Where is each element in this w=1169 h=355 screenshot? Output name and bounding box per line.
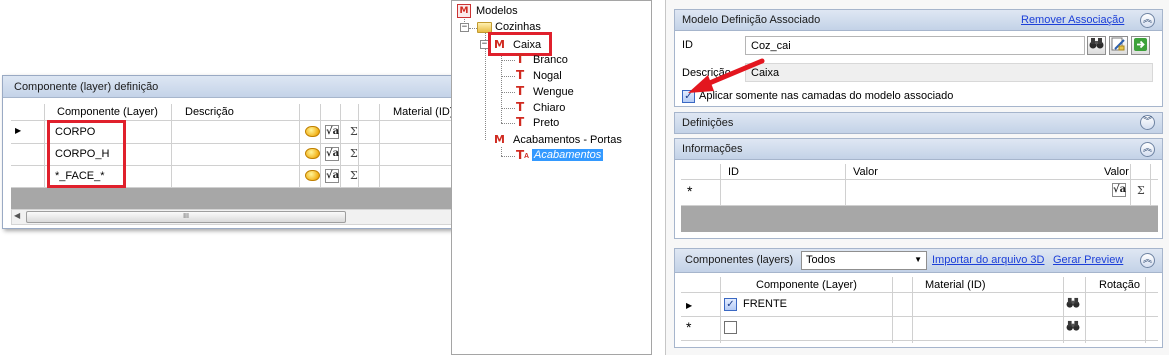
grid-empty-area xyxy=(11,188,488,209)
texture-icon: T xyxy=(516,84,525,98)
column-header-material[interactable]: Material (ID) xyxy=(393,106,454,118)
texture-icon: T xyxy=(516,115,525,129)
tree-item-finish[interactable]: Branco xyxy=(533,54,568,66)
informacoes-section: Informações ︽ ID Valor Valor * √a Σ xyxy=(674,138,1163,239)
texture-icon: T xyxy=(516,148,525,162)
binoculars-icon[interactable] xyxy=(1066,297,1080,312)
tree-item-finish[interactable]: Wengue xyxy=(533,86,574,98)
edit-model-icon[interactable] xyxy=(1109,36,1128,55)
table-row[interactable]: ✓ FRENTE xyxy=(681,294,1158,316)
sigma-icon[interactable]: Σ xyxy=(350,147,358,160)
grid-header-row: Componente (Layer) Descrição Material (I… xyxy=(11,104,488,121)
sigma-icon[interactable]: Σ xyxy=(350,169,358,182)
comment-icon[interactable] xyxy=(305,126,320,137)
row-checkbox[interactable]: ✓ xyxy=(724,298,737,311)
grid-empty-area xyxy=(681,206,1158,232)
table-row[interactable] xyxy=(681,317,1158,339)
definicoes-section[interactable]: Definições ︾ xyxy=(674,112,1163,134)
filter-dropdown[interactable]: Todos ▼ xyxy=(801,251,927,270)
binoculars-icon[interactable] xyxy=(1066,320,1080,335)
row-checkbox[interactable] xyxy=(724,321,737,334)
right-properties-panel: Modelo Definição Associado Remover Assoc… xyxy=(665,0,1169,355)
scroll-thumb[interactable]: III xyxy=(26,211,346,223)
column-header-valor[interactable]: Valor xyxy=(853,166,878,178)
column-header-componente[interactable]: Componente (Layer) xyxy=(756,279,857,291)
comment-icon[interactable] xyxy=(305,170,320,181)
collapse-icon[interactable]: ︽ xyxy=(1140,142,1155,157)
id-label: ID xyxy=(682,39,693,51)
section-title: Definições xyxy=(682,117,734,129)
tree-item-finish[interactable]: Chiaro xyxy=(533,102,565,114)
formula-icon[interactable]: √a xyxy=(1112,183,1126,197)
collapse-icon[interactable]: ︽ xyxy=(1140,13,1155,28)
section-title: Modelo Definição Associado xyxy=(682,14,821,26)
components-grid-header: Componente (Layer) Material (ID) Rotação xyxy=(681,277,1158,293)
annotation-arrow-icon xyxy=(688,58,765,93)
column-header-valor-2[interactable]: Valor xyxy=(1104,166,1129,178)
descricao-field[interactable]: Caixa xyxy=(745,63,1153,82)
panel-header: Componente (layer) definição ︽ xyxy=(3,76,490,98)
tree-item-modelos[interactable]: Modelos xyxy=(476,5,518,17)
componente-definicao-panel: Componente (layer) definição ︽ Component… xyxy=(2,75,491,229)
section-title: Informações xyxy=(682,143,743,155)
formula-icon[interactable]: √a xyxy=(325,147,339,161)
texture-icon: T xyxy=(516,100,525,114)
column-header-material[interactable]: Material (ID) xyxy=(925,279,986,291)
scroll-left-icon[interactable]: ◀ xyxy=(14,211,20,220)
info-grid-header: ID Valor Valor xyxy=(681,164,1158,180)
highlight-box xyxy=(47,120,126,188)
new-row-marker: * xyxy=(687,183,693,199)
componentes-section: Componentes (layers) Todos ▼ Importar do… xyxy=(674,248,1163,348)
column-header-rotacao[interactable]: Rotação xyxy=(1099,279,1140,291)
binoculars-icon[interactable] xyxy=(1087,36,1106,55)
tree-item-finish[interactable]: Preto xyxy=(533,117,559,129)
panel-title: Componente (layer) definição xyxy=(14,81,159,93)
column-header-id[interactable]: ID xyxy=(728,166,739,178)
remove-association-link[interactable]: Remover Associação xyxy=(1021,14,1124,26)
formula-icon[interactable]: √a xyxy=(325,125,339,139)
section-title: Componentes (layers) xyxy=(685,254,794,266)
model-tree-panel: M Modelos − Cozinhas − M Caixa T Branco … xyxy=(451,0,652,355)
texture-icon: T xyxy=(516,52,525,66)
column-header-componente[interactable]: Componente (Layer) xyxy=(57,106,158,118)
column-header-descricao[interactable]: Descrição xyxy=(185,106,234,118)
tree-item-acabamentos-portas[interactable]: Acabamentos - Portas xyxy=(513,134,622,146)
comment-icon[interactable] xyxy=(305,148,320,159)
expand-icon[interactable]: ︾ xyxy=(1140,115,1155,130)
tree-item-acabamentos[interactable]: Acabamentos xyxy=(532,149,604,161)
sigma-icon[interactable]: Σ xyxy=(1137,184,1145,197)
chevron-down-icon: ▼ xyxy=(914,255,922,264)
filter-value: Todos xyxy=(806,254,836,266)
import-3d-link[interactable]: Importar do arquivo 3D xyxy=(932,254,1045,266)
horizontal-scrollbar[interactable]: ◀ III ▶ xyxy=(11,209,488,225)
sigma-icon[interactable]: Σ xyxy=(350,125,358,138)
cell-componente[interactable]: FRENTE xyxy=(743,298,787,310)
id-field[interactable]: Coz_cai xyxy=(745,36,1085,55)
generate-preview-link[interactable]: Gerar Preview xyxy=(1053,254,1123,266)
model-icon: M xyxy=(494,133,505,146)
texture-icon: T xyxy=(516,68,525,82)
go-arrow-icon[interactable] xyxy=(1131,36,1150,55)
models-root-icon: M xyxy=(457,4,471,18)
tree-expander-collapse[interactable]: − xyxy=(460,23,469,32)
section-header: Modelo Definição Associado Remover Assoc… xyxy=(675,10,1162,31)
formula-icon[interactable]: √a xyxy=(325,169,339,183)
tree-item-finish[interactable]: Nogal xyxy=(533,70,562,82)
collapse-icon[interactable]: ︽ xyxy=(1140,253,1155,268)
texture-a-badge: A xyxy=(524,153,530,160)
